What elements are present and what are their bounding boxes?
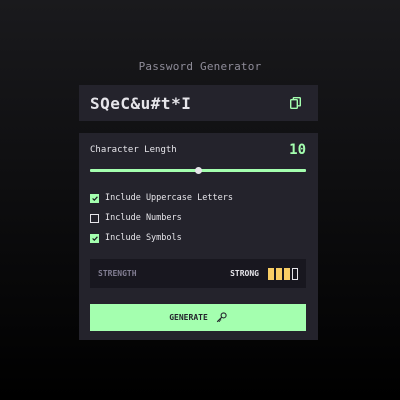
symbols-checkbox[interactable] <box>90 233 99 243</box>
length-label: Character Length <box>90 145 177 155</box>
option-uppercase[interactable]: Include Uppercase Letters <box>90 193 233 203</box>
option-symbols[interactable]: Include Symbols <box>90 233 182 243</box>
strength-bar <box>292 267 298 280</box>
password-display: SQeC&u#t*I <box>79 85 318 121</box>
option-numbers[interactable]: Include Numbers <box>90 213 182 223</box>
strength-bar <box>276 267 282 280</box>
uppercase-label: Include Uppercase Letters <box>105 193 233 203</box>
generate-button[interactable]: GENERATE <box>90 304 306 331</box>
app-title: Password Generator <box>138 60 262 73</box>
strength-indicator: STRONG <box>230 267 298 280</box>
symbols-label: Include Symbols <box>105 233 182 243</box>
length-row: Character Length 10 <box>90 142 306 158</box>
strength-value: STRONG <box>230 269 259 278</box>
generator-panel: Character Length 10 Include Uppercase Le… <box>79 133 318 340</box>
length-value: 10 <box>289 142 306 158</box>
password-text: SQeC&u#t*I <box>90 93 192 113</box>
strength-meter: STRENGTH STRONG <box>90 259 306 288</box>
strength-bar <box>284 267 290 280</box>
strength-bar <box>268 267 274 280</box>
numbers-checkbox[interactable] <box>90 213 99 223</box>
generate-label: GENERATE <box>169 313 208 322</box>
strength-bars <box>266 267 298 280</box>
numbers-label: Include Numbers <box>105 213 182 223</box>
arrow-right-icon <box>216 308 227 327</box>
strength-label: STRENGTH <box>98 269 137 278</box>
copy-icon[interactable] <box>288 96 302 110</box>
slider-thumb[interactable] <box>194 167 202 174</box>
length-slider[interactable] <box>90 167 306 175</box>
uppercase-checkbox[interactable] <box>90 193 99 203</box>
